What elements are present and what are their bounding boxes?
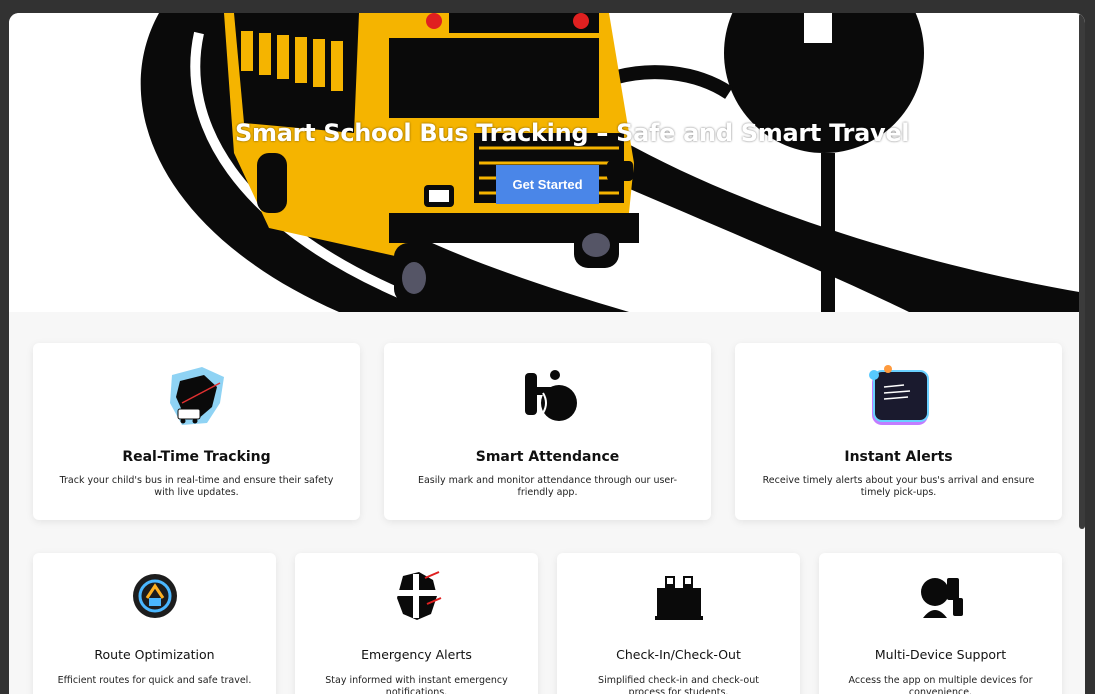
- attendance-icon: [524, 370, 577, 421]
- route-icon: [132, 574, 177, 618]
- feature-description: Easily mark and monitor attendance throu…: [417, 475, 678, 498]
- feature-description: Access the app on multiple devices for c…: [848, 675, 1033, 694]
- map-tracking-icon: [169, 367, 224, 425]
- hero-section: Smart School Bus Tracking – Safe and Sma…: [9, 13, 1085, 312]
- checkin-kiosk-icon: [654, 576, 703, 620]
- feature-description: Stay informed with instant emergency not…: [325, 675, 508, 694]
- feature-card-real-time-tracking[interactable]: Real-Time Tracking Track your child's bu…: [33, 343, 360, 520]
- feature-title: Multi-Device Support: [874, 647, 1007, 662]
- school-bus-illustration: [140, 13, 1085, 312]
- hero-title: Smart School Bus Tracking – Safe and Sma…: [235, 119, 910, 147]
- feature-description: Receive timely alerts about your bus's a…: [762, 475, 1035, 498]
- feature-title: Instant Alerts: [844, 449, 953, 465]
- feature-description: Track your child's bus in real-time and …: [59, 475, 334, 498]
- feature-card-multi-device-support[interactable]: Multi-Device Support Access the app on m…: [819, 553, 1062, 694]
- feature-description: Simplified check-in and check-out proces…: [598, 675, 759, 694]
- feature-card-emergency-alerts[interactable]: Emergency Alerts Stay informed with inst…: [295, 553, 538, 694]
- feature-title: Real-Time Tracking: [122, 449, 271, 465]
- feature-description: Efficient routes for quick and safe trav…: [57, 675, 252, 686]
- feature-card-route-optimization[interactable]: Route Optimization Efficient routes for …: [33, 553, 276, 694]
- feature-card-check-in-check-out[interactable]: Check-In/Check-Out Simplified check-in a…: [557, 553, 800, 694]
- feature-card-smart-attendance[interactable]: Smart Attendance Easily mark and monitor…: [384, 343, 711, 520]
- feature-title: Check-In/Check-Out: [616, 647, 741, 662]
- feature-title: Smart Attendance: [475, 449, 620, 465]
- alert-screen-icon: [868, 365, 929, 425]
- feature-title: Emergency Alerts: [361, 647, 472, 662]
- scrollbar[interactable]: [1079, 13, 1085, 529]
- feature-card-instant-alerts[interactable]: Instant Alerts Receive timely alerts abo…: [735, 343, 1062, 520]
- emergency-icon: [394, 571, 441, 620]
- feature-title: Route Optimization: [94, 647, 215, 662]
- multi-device-icon: [920, 578, 963, 618]
- get-started-button[interactable]: Get Started: [496, 165, 599, 204]
- browser-window: Smart School Bus Tracking – Safe and Sma…: [9, 13, 1085, 694]
